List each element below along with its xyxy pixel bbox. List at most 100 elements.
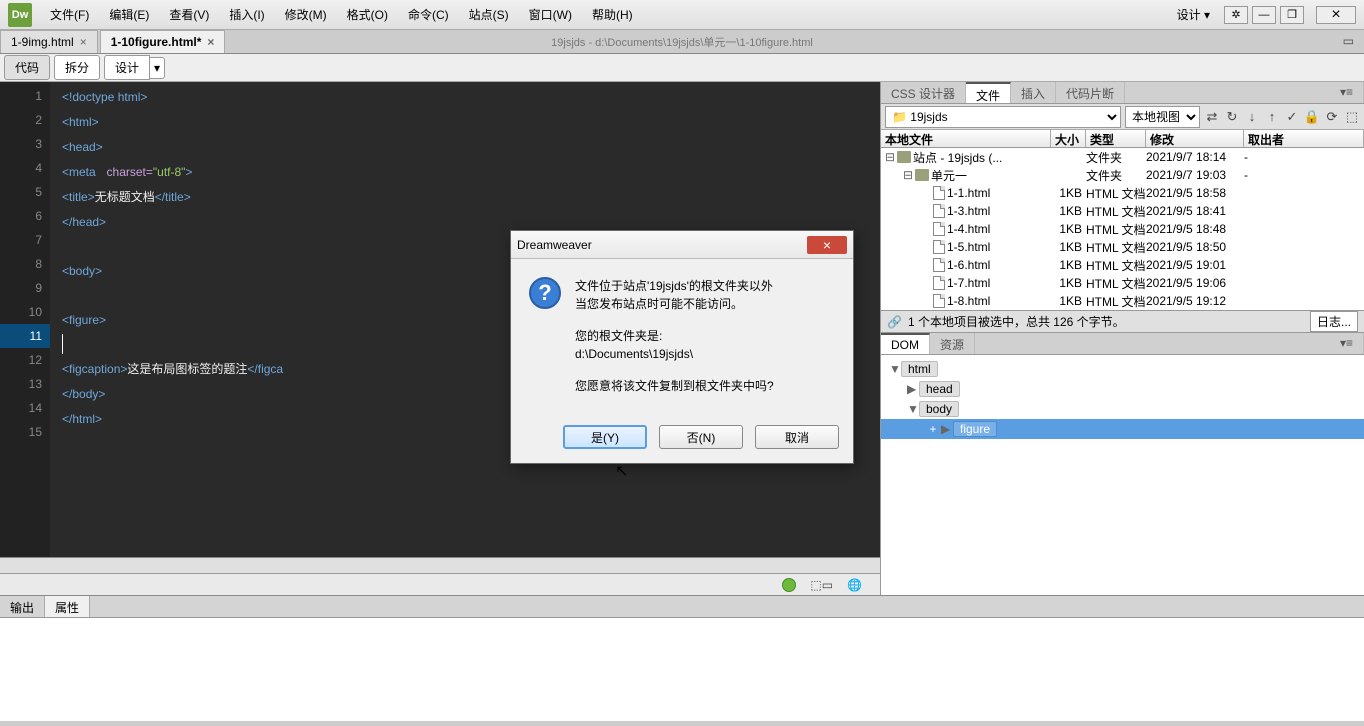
confirm-dialog: Dreamweaver × ? 文件位于站点'19jsjds'的根文件夹以外当您…: [510, 230, 854, 464]
header-name[interactable]: 本地文件: [881, 130, 1051, 147]
add-node-button[interactable]: +: [925, 422, 941, 436]
dom-panel: DOM 资源 ▾≡ ▼html▶head▼body+▶figure: [881, 332, 1364, 595]
minimize-button[interactable]: —: [1252, 6, 1276, 24]
dialog-close-button[interactable]: ×: [807, 236, 847, 254]
log-button[interactable]: 日志...: [1310, 311, 1358, 332]
file-icon: [933, 294, 945, 308]
dom-node[interactable]: ▼html: [881, 359, 1364, 379]
workspace-menu[interactable]: 设计 ▾: [1167, 2, 1220, 27]
checkin-icon[interactable]: 🔒: [1304, 109, 1320, 125]
dialog-message: 文件位于站点'19jsjds'的根文件夹以外当您发布站点时可能不能访问。 您的根…: [575, 277, 835, 409]
link-icon[interactable]: 🔗: [887, 315, 902, 329]
header-type[interactable]: 类型: [1086, 130, 1146, 147]
file-headers: 本地文件 大小 类型 修改 取出者: [881, 130, 1364, 148]
question-icon: ?: [529, 277, 561, 309]
file-row[interactable]: 1-8.html1KBHTML 文档2021/9/5 19:12: [881, 292, 1364, 310]
editor-status-bar: ⬚▭ 🌐: [0, 573, 880, 595]
menu-help[interactable]: 帮助(H): [582, 2, 643, 27]
tab-css-designer[interactable]: CSS 设计器: [881, 82, 966, 103]
menu-file[interactable]: 文件(F): [40, 2, 99, 27]
file-row[interactable]: ⊟单元一文件夹2021/9/7 19:03-: [881, 166, 1364, 184]
file-row[interactable]: 1-6.html1KBHTML 文档2021/9/5 19:01: [881, 256, 1364, 274]
doc-tab-1[interactable]: 1-9img.html ×: [0, 30, 98, 53]
tab-output[interactable]: 输出: [0, 596, 45, 617]
dom-node[interactable]: ▶head: [881, 379, 1364, 399]
header-size[interactable]: 大小: [1051, 130, 1086, 147]
checkout-icon[interactable]: ✓: [1284, 109, 1300, 125]
menu-site[interactable]: 站点(S): [459, 2, 519, 27]
no-button[interactable]: 否(N): [659, 425, 743, 449]
close-icon[interactable]: ×: [80, 35, 87, 49]
site-select[interactable]: 📁 19jsjds: [885, 106, 1121, 128]
device-preview-icon[interactable]: ⬚▭: [810, 578, 833, 592]
file-tree[interactable]: ⊟站点 - 19jsjds (...文件夹2021/9/7 18:14-⊟单元一…: [881, 148, 1364, 310]
split-view-button[interactable]: 拆分: [54, 55, 100, 80]
file-icon: [933, 222, 945, 236]
yes-button[interactable]: 是(Y): [563, 425, 647, 449]
menu-modify[interactable]: 修改(M): [275, 2, 337, 27]
maximize-button[interactable]: ❐: [1280, 6, 1304, 24]
file-icon: [933, 204, 945, 218]
expand-icon[interactable]: ▭: [1343, 34, 1354, 48]
file-row[interactable]: 1-5.html1KBHTML 文档2021/9/5 18:50: [881, 238, 1364, 256]
cancel-button[interactable]: 取消: [755, 425, 839, 449]
file-icon: [933, 258, 945, 272]
folder-icon: [897, 151, 911, 163]
dom-node[interactable]: +▶figure: [881, 419, 1364, 439]
dom-menu-icon[interactable]: ▾≡: [1330, 333, 1364, 354]
document-tabs: 1-9img.html × 1-10figure.html* × 19jsjds…: [0, 30, 1364, 54]
files-toolbar: 📁 19jsjds 本地视图 ⇄ ↻ ↓ ↑ ✓ 🔒 ⟳ ⬚: [881, 104, 1364, 130]
dom-node[interactable]: ▼body: [881, 399, 1364, 419]
close-button[interactable]: ×: [1316, 6, 1356, 24]
design-dropdown-icon[interactable]: ▾: [150, 57, 165, 79]
tab-insert[interactable]: 插入: [1011, 82, 1056, 103]
file-row[interactable]: 1-4.html1KBHTML 文档2021/9/5 18:48: [881, 220, 1364, 238]
put-icon[interactable]: ↑: [1264, 109, 1280, 125]
get-icon[interactable]: ↓: [1244, 109, 1260, 125]
refresh-icon[interactable]: ↻: [1224, 109, 1240, 125]
menu-format[interactable]: 格式(O): [337, 2, 398, 27]
app-logo: Dw: [8, 3, 32, 27]
view-select[interactable]: 本地视图: [1125, 106, 1200, 128]
doc-tab-2-label: 1-10figure.html*: [111, 35, 202, 49]
menu-edit[interactable]: 编辑(E): [99, 2, 159, 27]
tab-dom[interactable]: DOM: [881, 333, 930, 354]
tab-snippets[interactable]: 代码片断: [1056, 82, 1125, 103]
file-row[interactable]: 1-1.html1KBHTML 文档2021/9/5 18:58: [881, 184, 1364, 202]
menu-window[interactable]: 窗口(W): [519, 2, 582, 27]
horizontal-scrollbar[interactable]: [0, 557, 880, 573]
close-icon[interactable]: ×: [207, 35, 214, 49]
menubar: Dw 文件(F) 编辑(E) 查看(V) 插入(I) 修改(M) 格式(O) 命…: [0, 0, 1364, 30]
menu-insert[interactable]: 插入(I): [219, 2, 274, 27]
right-panel: CSS 设计器 文件 插入 代码片断 ▾≡ 📁 19jsjds 本地视图 ⇄ ↻…: [880, 82, 1364, 595]
tab-files[interactable]: 文件: [966, 82, 1011, 103]
file-row[interactable]: 1-7.html1KBHTML 文档2021/9/5 19:06: [881, 274, 1364, 292]
doc-tab-2[interactable]: 1-10figure.html* ×: [100, 30, 226, 53]
tab-properties[interactable]: 属性: [45, 596, 90, 617]
code-view-button[interactable]: 代码: [4, 55, 50, 80]
file-row[interactable]: ⊟站点 - 19jsjds (...文件夹2021/9/7 18:14-: [881, 148, 1364, 166]
menu-commands[interactable]: 命令(C): [398, 2, 459, 27]
dialog-titlebar[interactable]: Dreamweaver ×: [511, 231, 853, 259]
sync-icon[interactable]: ⟳: [1324, 109, 1340, 125]
header-checkedout[interactable]: 取出者: [1244, 130, 1364, 147]
doc-tab-1-label: 1-9img.html: [11, 35, 74, 49]
globe-icon[interactable]: 🌐: [847, 578, 862, 592]
document-path: 19jsjds - d:\Documents\19jsjds\单元一\1-10f…: [551, 34, 813, 50]
dialog-title-text: Dreamweaver: [517, 238, 592, 252]
header-modified[interactable]: 修改: [1146, 130, 1244, 147]
tab-assets[interactable]: 资源: [930, 333, 975, 354]
dom-tree[interactable]: ▼html▶head▼body+▶figure: [881, 355, 1364, 595]
file-icon: [933, 186, 945, 200]
folder-icon: [915, 169, 929, 181]
files-status-text: 1 个本地项目被选中，总共 126 个字节。: [908, 313, 1304, 330]
file-row[interactable]: 1-3.html1KBHTML 文档2021/9/5 18:41: [881, 202, 1364, 220]
menu-view[interactable]: 查看(V): [159, 2, 219, 27]
expand-panel-icon[interactable]: ⬚: [1344, 109, 1360, 125]
file-icon: [933, 276, 945, 290]
design-view-button[interactable]: 设计: [104, 55, 150, 80]
connect-icon[interactable]: ⇄: [1204, 109, 1220, 125]
panel-menu-icon[interactable]: ▾≡: [1330, 82, 1364, 103]
settings-icon[interactable]: ✲: [1224, 6, 1248, 24]
panel-tabs: CSS 设计器 文件 插入 代码片断 ▾≡: [881, 82, 1364, 104]
